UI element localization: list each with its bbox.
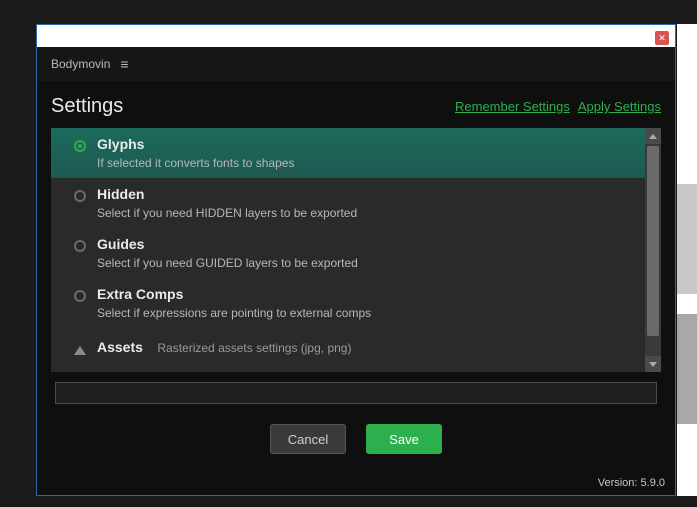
window-titlebar: ✕: [37, 25, 675, 47]
app-name-label: Bodymovin: [51, 57, 110, 71]
dialog-body: Bodymovin ≡ Settings Remember Settings A…: [37, 47, 675, 495]
option-desc: If selected it converts fonts to shapes: [97, 156, 649, 170]
dialog-buttons: Cancel Save: [37, 424, 675, 454]
radio-off-icon: [74, 190, 86, 202]
dialog-window: ✕ Bodymovin ≡ Settings Remember Settings…: [36, 24, 676, 496]
chevron-up-icon: [649, 134, 657, 139]
collapsed-section[interactable]: [55, 382, 657, 404]
version-label: Version: 5.9.0: [598, 477, 665, 489]
radio-on-icon: [74, 140, 86, 152]
radio-off-icon: [74, 240, 86, 252]
close-icon: ✕: [658, 33, 666, 43]
expand-caret-icon: [74, 346, 86, 355]
option-assets[interactable]: Assets Rasterized assets settings (jpg, …: [51, 328, 661, 368]
radio-off-icon: [74, 290, 86, 302]
scroll-down-button[interactable]: [645, 356, 661, 372]
option-title: Extra Comps: [97, 286, 649, 302]
header-links: Remember Settings Apply Settings: [455, 99, 661, 114]
options-list: Glyphs If selected it converts fonts to …: [51, 128, 661, 372]
option-extra-comps[interactable]: Extra Comps Select if expressions are po…: [51, 278, 661, 328]
app-header: Bodymovin ≡: [37, 47, 675, 81]
option-title: Glyphs: [97, 136, 649, 152]
option-title: Hidden: [97, 186, 649, 202]
option-desc: Select if you need HIDDEN layers to be e…: [97, 206, 649, 220]
option-title: Guides: [97, 236, 649, 252]
menu-icon[interactable]: ≡: [120, 56, 128, 72]
option-guides[interactable]: Guides Select if you need GUIDED layers …: [51, 228, 661, 278]
scroll-up-button[interactable]: [645, 128, 661, 144]
save-button[interactable]: Save: [366, 424, 442, 454]
background-panel: [677, 24, 697, 496]
options-scroll-area[interactable]: Glyphs If selected it converts fonts to …: [51, 128, 661, 372]
option-inline-desc: Rasterized assets settings (jpg, png): [157, 341, 351, 355]
bg-thumbnail-2: [677, 314, 697, 424]
scrollbar[interactable]: [645, 128, 661, 372]
option-title: Assets: [97, 339, 143, 355]
option-glyphs[interactable]: Glyphs If selected it converts fonts to …: [51, 128, 661, 178]
remember-settings-link[interactable]: Remember Settings: [455, 99, 570, 114]
apply-settings-link[interactable]: Apply Settings: [578, 99, 661, 114]
option-hidden[interactable]: Hidden Select if you need HIDDEN layers …: [51, 178, 661, 228]
scrollbar-thumb[interactable]: [647, 146, 659, 336]
bg-thumbnail-1: [677, 184, 697, 294]
option-desc: Select if you need GUIDED layers to be e…: [97, 256, 649, 270]
chevron-down-icon: [649, 362, 657, 367]
cancel-button[interactable]: Cancel: [270, 424, 346, 454]
close-button[interactable]: ✕: [655, 31, 669, 45]
dialog-header: Settings Remember Settings Apply Setting…: [37, 81, 675, 128]
page-title: Settings: [51, 95, 123, 118]
option-desc: Select if expressions are pointing to ex…: [97, 306, 649, 320]
